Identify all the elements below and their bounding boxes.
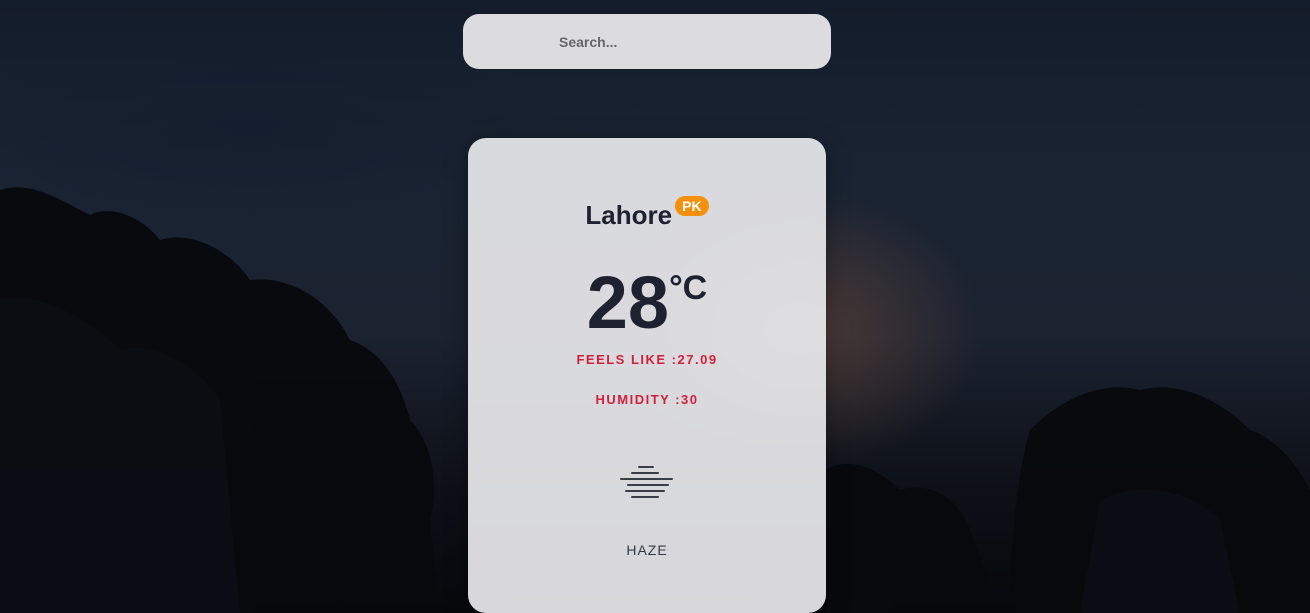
humidity-text: HUMIDITY :30 (595, 392, 699, 407)
location-row: Lahore PK (468, 196, 826, 236)
feels-like-text: FEELS LIKE :27.09 (576, 352, 718, 367)
city-name: Lahore (585, 200, 673, 230)
weather-condition: HAZE (626, 542, 668, 558)
country-badge: PK (675, 196, 709, 216)
temperature-unit: °C (669, 269, 708, 307)
weather-card: Lahore PK 28°C FEELS LIKE :27.09 HUMIDITY… (468, 138, 826, 613)
search-bar[interactable] (463, 14, 831, 69)
temperature-value: 28 (586, 261, 670, 344)
temperature-row: 28°C (468, 263, 826, 343)
search-input[interactable] (559, 14, 809, 69)
haze-icon (620, 466, 673, 498)
